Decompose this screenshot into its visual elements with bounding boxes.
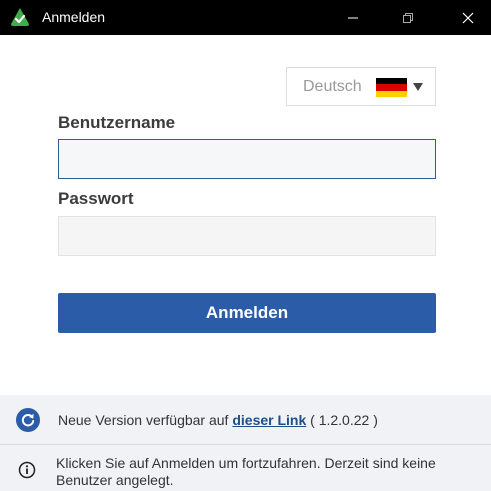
password-input[interactable] (58, 216, 436, 256)
info-icon (18, 461, 36, 479)
maximize-button[interactable] (385, 0, 431, 35)
window-title: Anmelden (42, 9, 106, 25)
title-bar: Anmelden (0, 0, 491, 35)
login-button[interactable]: Anmelden (58, 293, 436, 333)
username-input[interactable] (58, 139, 436, 179)
language-dropdown[interactable]: Deutsch (286, 67, 436, 106)
app-logo-icon (11, 8, 29, 26)
info-message: Klicken Sie auf Anmelden um fortzufahren… (56, 455, 436, 488)
chevron-down-icon (413, 83, 423, 91)
close-icon (462, 12, 474, 23)
refresh-icon (16, 408, 40, 432)
minimize-button[interactable] (330, 0, 376, 35)
minimize-icon (348, 17, 358, 18)
language-label: Deutsch (303, 78, 362, 95)
update-notice: Neue Version verfügbar auf dieser Link (… (58, 412, 378, 428)
close-button[interactable] (445, 0, 491, 35)
password-label: Passwort (58, 189, 134, 208)
update-link[interactable]: dieser Link (232, 412, 306, 428)
german-flag-icon (376, 78, 407, 97)
maximize-icon (403, 12, 413, 23)
update-text: Neue Version verfügbar auf (58, 412, 229, 428)
update-version: ( 1.2.0.22 ) (310, 412, 378, 428)
username-label: Benutzername (58, 113, 176, 132)
